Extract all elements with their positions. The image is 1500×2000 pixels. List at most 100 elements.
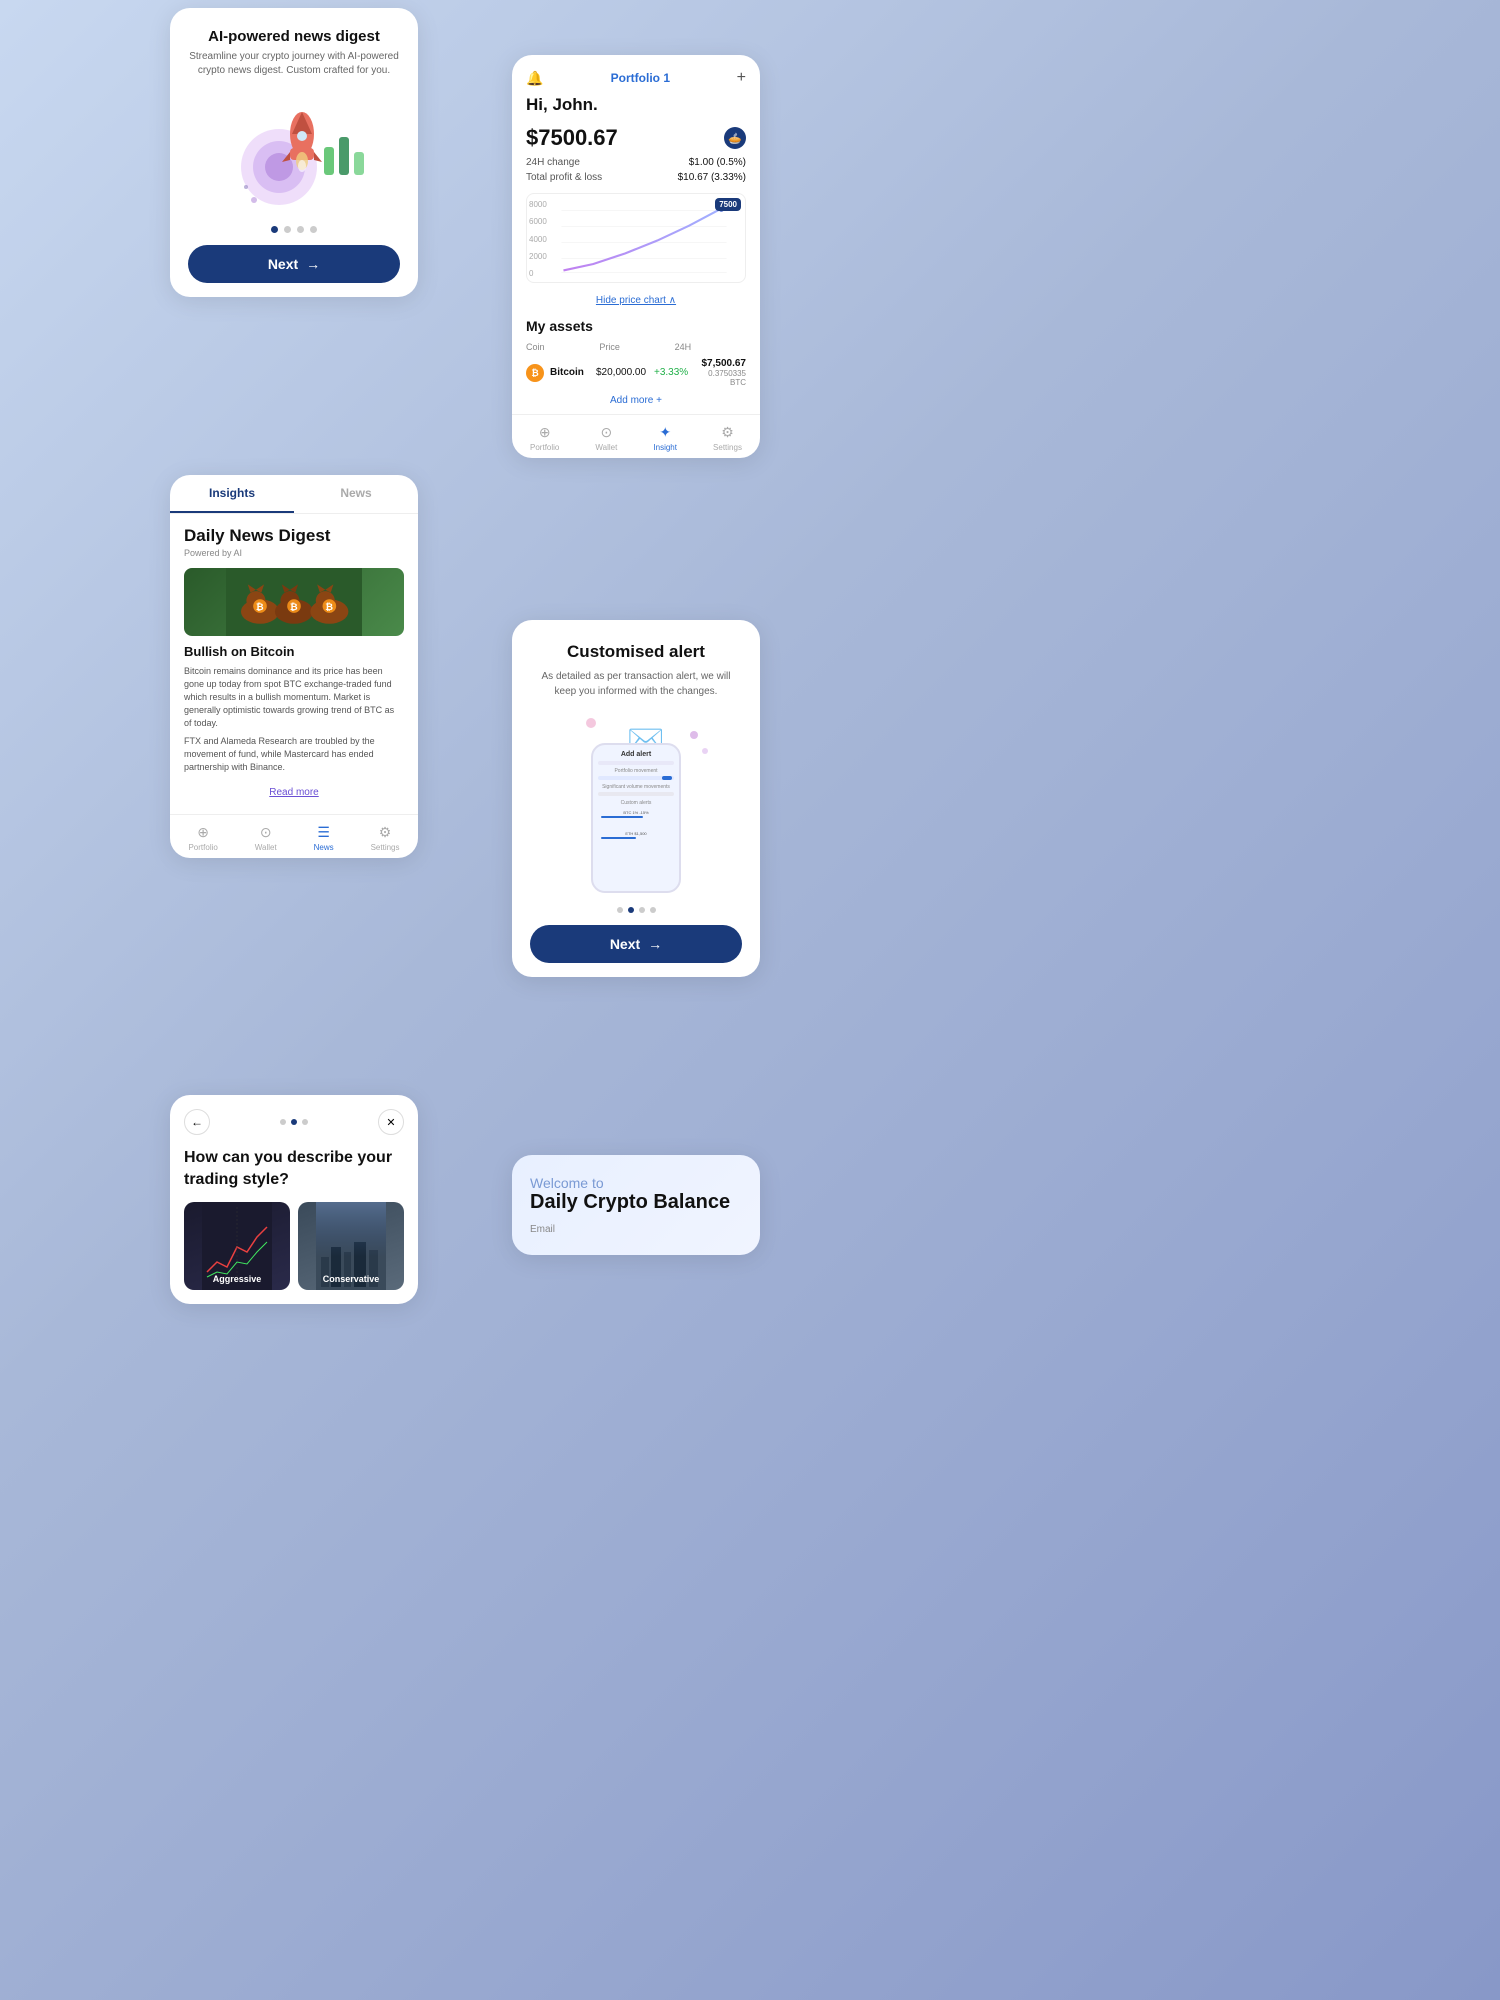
phone-mockup: Add alert Portfolio movement Significant… (591, 743, 681, 893)
dot-1 (271, 226, 278, 233)
asset-btc: 0.3750335 BTC (696, 369, 746, 387)
next-button[interactable]: Next → (188, 245, 400, 283)
ai-news-title: AI-powered news digest (188, 28, 400, 45)
insights-settings-label: Settings (371, 843, 400, 852)
trading-options: Aggressive Conservative (184, 1202, 404, 1290)
phone-label-1: Portfolio movement (598, 768, 674, 774)
asset-value: $7,500.67 (696, 358, 746, 369)
insights-wallet-label: Wallet (255, 843, 277, 852)
phone-custom-1: BTC 1% -15% (598, 808, 674, 826)
insights-nav-news[interactable]: ☰ News (314, 823, 334, 852)
insight-nav-icon: ✦ (656, 423, 674, 441)
asset-price: $20,000.00 (596, 367, 648, 378)
insight-nav-label: Insight (653, 443, 677, 452)
aggressive-label: Aggressive (184, 1274, 290, 1284)
trading-dot-1 (280, 1119, 286, 1125)
trading-option-conservative[interactable]: Conservative (298, 1202, 404, 1290)
alert-dot-3 (639, 907, 645, 913)
news-headline: Bullish on Bitcoin (184, 644, 404, 659)
tab-insights[interactable]: Insights (170, 475, 294, 513)
pnl-label: Total profit & loss (526, 172, 602, 183)
conservative-label: Conservative (298, 1274, 404, 1284)
alert-dot-1 (617, 907, 623, 913)
deco-circle-2 (690, 731, 698, 739)
dot-2 (284, 226, 291, 233)
alert-illustration: ✉️ Add alert Portfolio movement Signific… (556, 713, 716, 893)
nav-portfolio[interactable]: ⊕ Portfolio (530, 423, 559, 452)
bell-icon[interactable]: 🔔 (526, 69, 544, 87)
col-coin: Coin (526, 342, 545, 352)
portfolio-bottom-nav: ⊕ Portfolio ⊙ Wallet ✦ Insight ⚙ Setting… (512, 414, 760, 458)
phone-custom-2: ETH $1,500 (598, 829, 674, 847)
alert-title: Customised alert (530, 642, 742, 662)
asset-coin-name: Bitcoin (550, 367, 590, 378)
phone-row-1 (598, 761, 674, 765)
insights-news-icon: ☰ (315, 823, 333, 841)
card-trading: ← ✕ How can you describe your trading st… (170, 1095, 418, 1304)
phone-label-3: Custom alerts (598, 800, 674, 806)
news-body-2: FTX and Alameda Research are troubled by… (184, 735, 404, 774)
insights-nav-wallet[interactable]: ⊙ Wallet (255, 823, 277, 852)
news-image: ₿ ₿ ₿ (184, 568, 404, 636)
alert-subtitle: As detailed as per transaction alert, we… (530, 670, 742, 699)
col-price: Price (599, 342, 620, 352)
progress-dots (188, 226, 400, 233)
close-button[interactable]: ✕ (378, 1109, 404, 1135)
pnl-value: $10.67 (3.33%) (678, 172, 746, 183)
alert-next-arrow: → (648, 936, 662, 952)
rocket-illustration (224, 92, 364, 212)
back-icon: ← (191, 1115, 203, 1129)
alert-progress-dots (530, 907, 742, 913)
phone-title: Add alert (598, 751, 674, 758)
svg-text:₿: ₿ (290, 602, 298, 613)
nav-insight[interactable]: ✦ Insight (653, 423, 677, 452)
pie-chart-icon: 🥧 (724, 127, 746, 149)
insights-portfolio-label: Portfolio (188, 843, 217, 852)
welcome-to-text: Welcome to (530, 1175, 742, 1191)
chart-y-labels: 80006000400020000 (527, 200, 549, 278)
assets-header-row: Coin Price 24H (512, 340, 760, 354)
trading-dot-2 (291, 1119, 297, 1125)
my-assets-title: My assets (512, 314, 760, 340)
settings-nav-label: Settings (713, 443, 742, 452)
ai-news-subtitle: Streamline your crypto journey with AI-p… (188, 50, 400, 78)
deco-circle-3 (702, 748, 708, 754)
insights-nav-settings[interactable]: ⚙ Settings (371, 823, 400, 852)
insights-bottom-nav: ⊕ Portfolio ⊙ Wallet ☰ News ⚙ Settings (170, 814, 418, 858)
alert-dot-4 (650, 907, 656, 913)
btc-icon: ₿ (526, 364, 544, 382)
add-portfolio-button[interactable]: + (737, 69, 746, 87)
insights-portfolio-icon: ⊕ (194, 823, 212, 841)
back-button[interactable]: ← (184, 1109, 210, 1135)
add-more-link[interactable]: Add more + (512, 391, 760, 414)
trading-dot-3 (302, 1119, 308, 1125)
asset-row-btc: ₿ Bitcoin $20,000.00 +3.33% $7,500.67 0.… (512, 354, 760, 391)
welcome-email-label: Email (530, 1224, 742, 1235)
tab-news[interactable]: News (294, 475, 418, 513)
alert-next-label: Next (610, 936, 640, 952)
trading-nav-row: ← ✕ (184, 1109, 404, 1135)
phone-label-2: Significant volume movements (598, 784, 674, 790)
alert-next-button[interactable]: Next → (530, 925, 742, 963)
digest-title: Daily News Digest (184, 526, 404, 546)
read-more-link[interactable]: Read more (184, 779, 404, 802)
change-label: 24H change (526, 157, 580, 168)
trading-progress-dots (280, 1119, 308, 1125)
next-arrow: → (306, 256, 320, 272)
hide-chart-link[interactable]: Hide price chart ∧ (512, 291, 760, 314)
svg-text:₿: ₿ (325, 602, 333, 613)
alert-dot-2 (628, 907, 634, 913)
chart-badge: 7500 (715, 198, 741, 211)
chart-svg (533, 200, 739, 280)
trading-question: How can you describe your trading style? (184, 1147, 404, 1190)
insights-nav-portfolio[interactable]: ⊕ Portfolio (188, 823, 217, 852)
close-icon: ✕ (386, 1116, 395, 1129)
svg-text:₿: ₿ (256, 602, 264, 613)
nav-wallet[interactable]: ⊙ Wallet (595, 423, 617, 452)
nav-settings[interactable]: ⚙ Settings (713, 423, 742, 452)
trading-option-aggressive[interactable]: Aggressive (184, 1202, 290, 1290)
next-label: Next (268, 256, 298, 272)
news-body: Bitcoin remains dominance and its price … (184, 665, 404, 774)
dot-4 (310, 226, 317, 233)
change-value: $1.00 (0.5%) (689, 157, 746, 168)
